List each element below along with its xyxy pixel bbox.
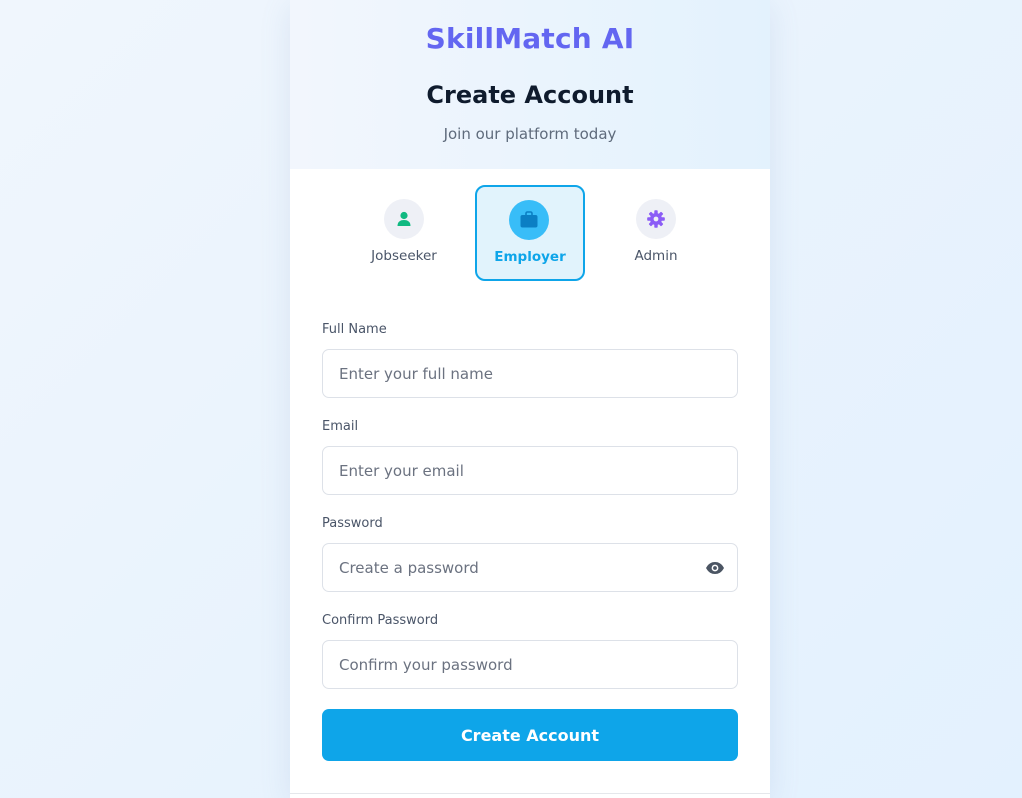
password-label: Password — [322, 516, 383, 531]
confirm-password-input[interactable] — [323, 641, 737, 688]
confirm-password-field-wrapper — [322, 640, 738, 689]
role-option-admin[interactable]: Admin — [601, 185, 711, 281]
user-icon — [384, 199, 424, 239]
briefcase-icon — [509, 200, 549, 240]
email-label: Email — [322, 419, 359, 434]
role-label: Admin — [634, 248, 678, 264]
full-name-label: Full Name — [322, 322, 387, 337]
create-account-button[interactable]: Create Account — [322, 709, 738, 761]
password-field-wrapper — [322, 543, 738, 592]
full-name-field-wrapper — [322, 349, 738, 398]
card-header: SkillMatch AI Create Account Join our pl… — [290, 0, 770, 169]
signup-card: SkillMatch AI Create Account Join our pl… — [290, 0, 770, 798]
role-option-jobseeker[interactable]: Jobseeker — [349, 185, 459, 281]
page-title: Create Account — [426, 81, 634, 109]
password-input[interactable] — [323, 544, 737, 591]
gear-icon — [636, 199, 676, 239]
role-option-employer[interactable]: Employer — [475, 185, 585, 281]
role-selector: Jobseeker Employer Admin — [290, 185, 770, 281]
email-field-wrapper — [322, 446, 738, 495]
brand-logo-text: SkillMatch AI — [425, 22, 635, 55]
eye-icon[interactable] — [704, 558, 726, 578]
card-divider — [290, 793, 770, 794]
email-input[interactable] — [323, 447, 737, 494]
full-name-input[interactable] — [323, 350, 737, 397]
role-label: Employer — [494, 249, 566, 265]
page-subtitle: Join our platform today — [443, 125, 617, 143]
role-label: Jobseeker — [371, 248, 437, 264]
confirm-password-label: Confirm Password — [322, 613, 439, 628]
